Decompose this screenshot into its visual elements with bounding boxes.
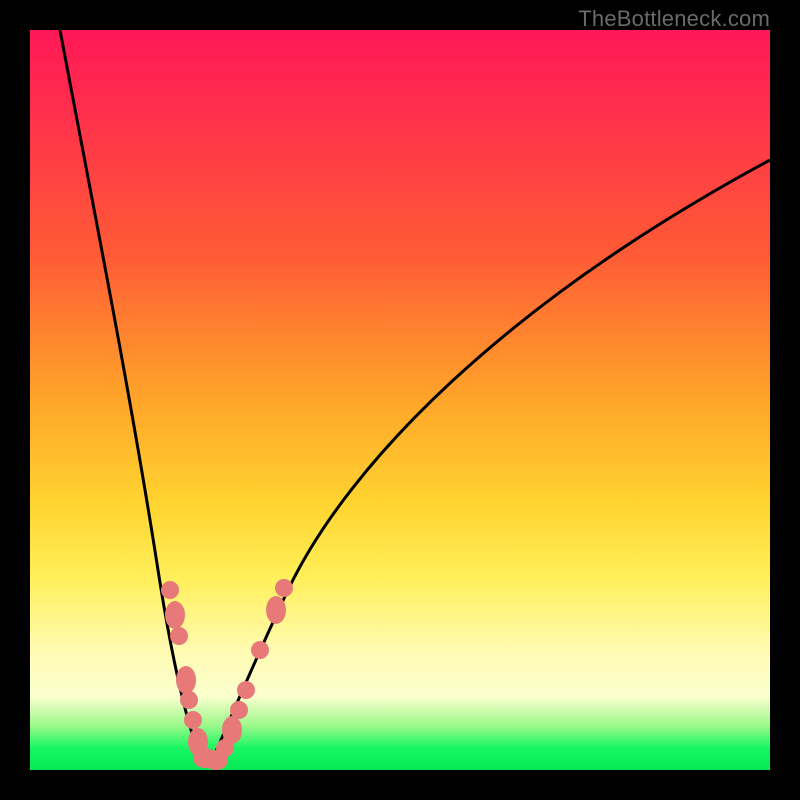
credit-text: TheBottleneck.com xyxy=(578,6,770,32)
plot-area xyxy=(30,30,770,770)
left-branch-path xyxy=(60,30,202,760)
outer-frame: TheBottleneck.com xyxy=(0,0,800,800)
right-branch-path xyxy=(212,160,770,760)
bead-markers xyxy=(161,579,293,770)
curve-layer xyxy=(30,30,770,770)
